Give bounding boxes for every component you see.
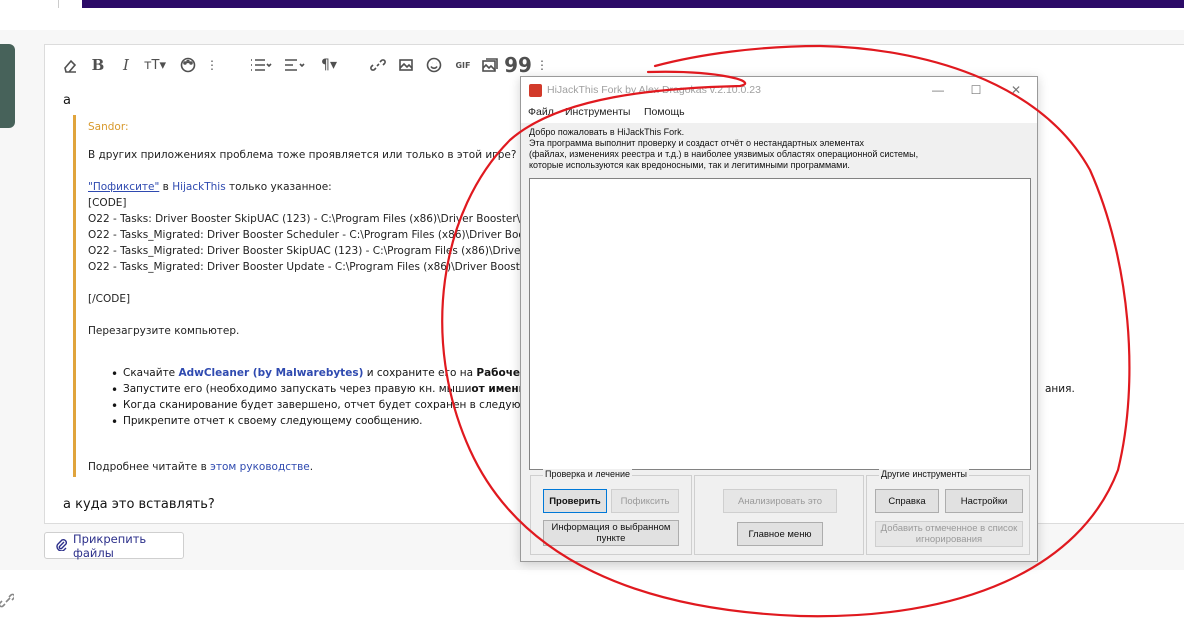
fix-button[interactable]: Пофиксить: [611, 489, 679, 513]
quote-fix-line: "Пофиксите" в HijackThis только указанно…: [88, 181, 332, 193]
reboot-text: Перезагрузите компьютер.: [88, 325, 240, 337]
list-item: Скачайте AdwCleaner (by Malwarebytes) и …: [111, 367, 571, 381]
bold-icon[interactable]: B: [89, 55, 107, 75]
more-pre: Подробнее читайте в: [88, 461, 207, 473]
top-bar: [0, 0, 1184, 10]
hjt-link[interactable]: HijackThis: [172, 181, 225, 193]
fix-in: в: [162, 181, 169, 193]
top-divider: [58, 0, 59, 8]
menu-help[interactable]: Помощь: [644, 106, 685, 118]
intro-line: которые используются как вредоносными, т…: [529, 160, 850, 170]
main-group: Анализировать это Главное меню: [694, 475, 864, 555]
code-close: [/CODE]: [88, 293, 131, 305]
attach-files-button[interactable]: Прикрепить файлы: [44, 531, 184, 560]
other-tools-legend: Другие инструменты: [879, 469, 969, 479]
b1-mid: и сохраните его на: [366, 367, 474, 379]
scan-button[interactable]: Проверить: [543, 489, 607, 513]
scan-fix-group: Проверка и лечение Проверить Пофиксить И…: [530, 469, 692, 555]
palette-icon[interactable]: [179, 55, 197, 75]
more-dot: .: [309, 461, 314, 473]
help-button[interactable]: Справка: [875, 489, 939, 513]
code-line: O22 - Tasks: Driver Booster SkipUAC (123…: [88, 213, 560, 225]
align-icon[interactable]: [281, 55, 309, 75]
list-item: Когда сканирование будет завершено, отче…: [111, 399, 567, 413]
main-menu-button[interactable]: Главное меню: [737, 522, 823, 546]
paperclip-icon: [55, 537, 67, 554]
more-line: Подробнее читайте в этом руководстве.: [88, 461, 313, 473]
hijackthis-window[interactable]: HiJackThis Fork by Alex Dragokas v.2.10.…: [520, 76, 1038, 562]
top-accent-bar: [82, 0, 1184, 8]
list-item: Запустите его (необходимо запускать чере…: [111, 383, 561, 397]
reply-text: а куда это вставлять?: [63, 497, 215, 512]
close-icon[interactable]: ✕: [1001, 81, 1031, 99]
code-line: O22 - Tasks_Migrated: Driver Booster Upd…: [88, 261, 553, 273]
add-to-ignore-button[interactable]: Добавить отмеченное в список игнорирован…: [875, 521, 1023, 547]
more-icon-2[interactable]: ⋮: [536, 55, 548, 75]
text-size-icon[interactable]: тT▾: [141, 55, 169, 75]
link-icon[interactable]: [369, 55, 387, 75]
more-icon[interactable]: ⋮: [206, 55, 218, 75]
paragraph-icon[interactable]: ¶▾: [315, 55, 343, 75]
gif-icon[interactable]: GIF: [453, 55, 473, 75]
menu-bar: Файл Инструменты Помощь: [521, 103, 1037, 123]
scan-fix-legend: Проверка и лечение: [543, 469, 632, 479]
fix-link[interactable]: "Пофиксите": [88, 181, 159, 193]
settings-button[interactable]: Настройки: [945, 489, 1023, 513]
results-list[interactable]: [529, 178, 1031, 470]
app-icon: [529, 84, 542, 97]
maximize-icon[interactable]: ☐: [961, 81, 991, 99]
item-info-button[interactable]: Информация о выбранном пункте: [543, 520, 679, 546]
other-tools-group: Другие инструменты Справка Настройки Доб…: [866, 469, 1030, 555]
list-icon[interactable]: [247, 55, 275, 75]
intro-line: Добро пожаловать в HiJackThis Fork.: [529, 127, 685, 137]
code-line: O22 - Tasks_Migrated: Driver Booster Ski…: [88, 245, 558, 257]
media-icon[interactable]: [481, 55, 499, 75]
avatar: [0, 44, 15, 128]
analyze-button[interactable]: Анализировать это: [723, 489, 837, 513]
adwcleaner-link[interactable]: AdwCleaner (by Malwarebytes): [179, 367, 364, 379]
window-title: HiJackThis Fork by Alex Dragokas v.2.10.…: [547, 84, 761, 96]
link-icon-bottom[interactable]: [0, 592, 16, 614]
code-line: O22 - Tasks_Migrated: Driver Booster Sch…: [88, 229, 556, 241]
b2-tail: ания.: [1045, 383, 1075, 395]
b1-pre: Скачайте: [123, 367, 176, 379]
eraser-icon[interactable]: [61, 55, 79, 75]
smile-icon[interactable]: [425, 55, 443, 75]
menu-file[interactable]: Файл: [528, 106, 554, 118]
quote-icon[interactable]: 99: [504, 53, 532, 77]
menu-tools[interactable]: Инструменты: [565, 106, 630, 118]
intro-line: Эта программа выполнит проверку и создас…: [529, 138, 865, 148]
quote-author: Sandor:: [88, 121, 129, 133]
b2-pre: Запустите его (необходимо запускать чере…: [123, 383, 472, 395]
fix-rest: только указанное:: [229, 181, 332, 193]
list-item: Прикрепите отчет к своему следующему соо…: [111, 415, 422, 429]
code-open: [CODE]: [88, 197, 127, 209]
italic-icon[interactable]: I: [117, 55, 135, 75]
guide-link[interactable]: этом руководстве: [210, 461, 310, 473]
window-titlebar[interactable]: HiJackThis Fork by Alex Dragokas v.2.10.…: [521, 77, 1037, 103]
quote-question: В других приложениях проблема тоже прояв…: [88, 149, 517, 161]
attach-label: Прикрепить файлы: [73, 531, 147, 560]
image-icon[interactable]: [397, 55, 415, 75]
intro-line: (файлах, изменениях реестра и т.д.) в на…: [529, 149, 919, 159]
intro-text: Добро пожаловать в HiJackThis Fork. Эта …: [529, 127, 918, 171]
minimize-icon[interactable]: —: [923, 81, 953, 99]
